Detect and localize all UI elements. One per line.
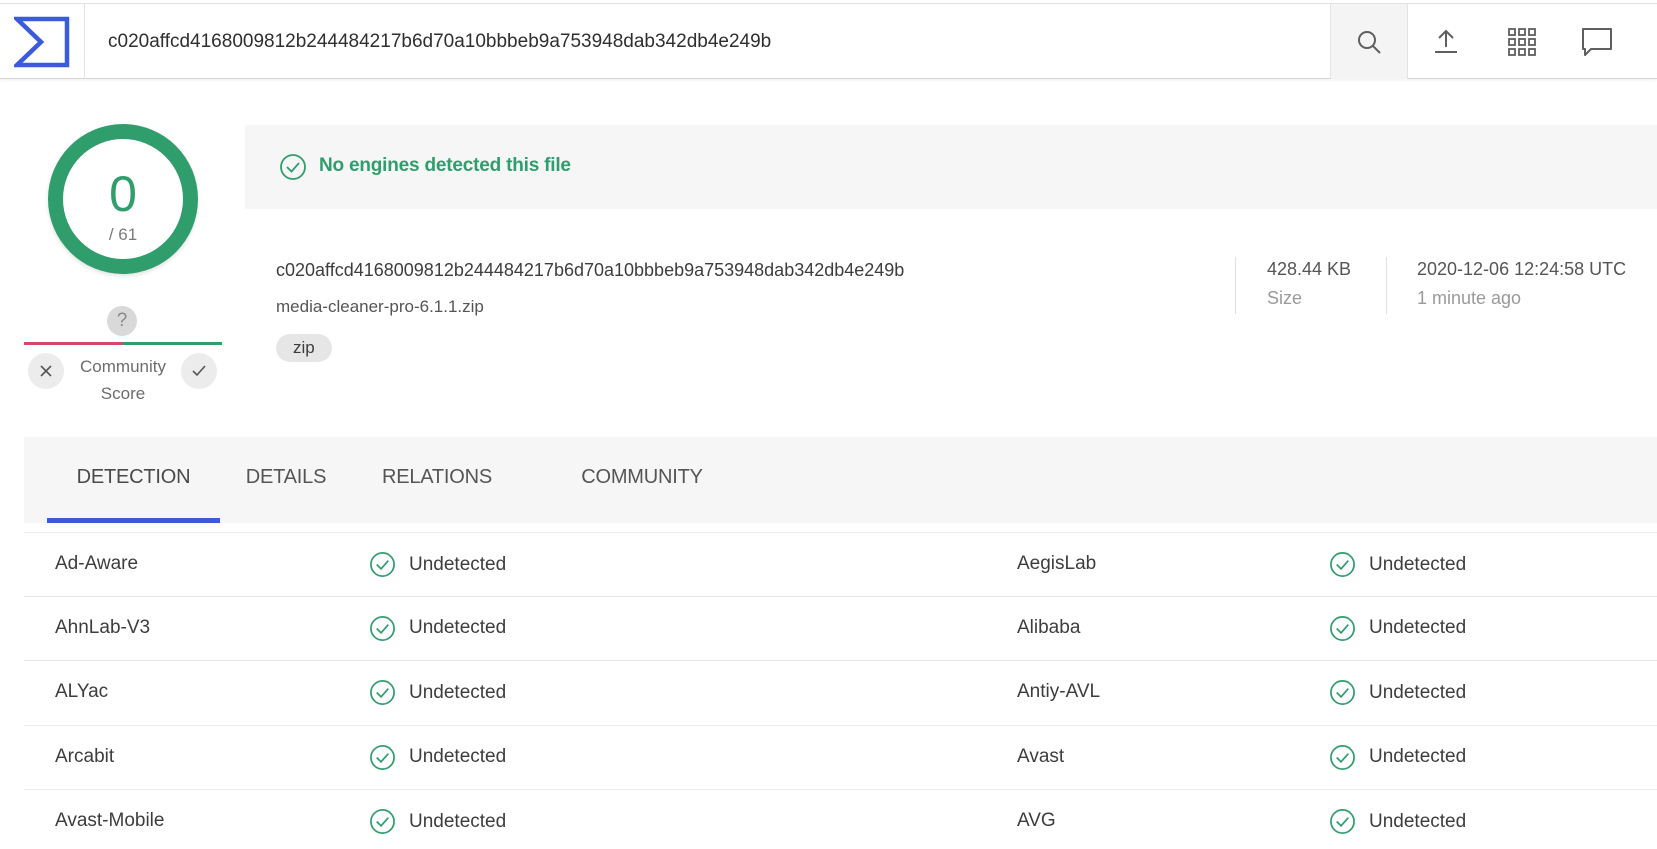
result-label: Undetected xyxy=(1369,746,1467,767)
community-score-label: Community Score xyxy=(80,357,166,403)
engine-name: Antiy-AVL xyxy=(1017,681,1101,702)
result-label: Undetected xyxy=(409,617,507,638)
community-score-bar-harmless xyxy=(123,342,222,345)
check-icon xyxy=(192,365,206,377)
result-label: Undetected xyxy=(1369,681,1467,703)
search-button[interactable] xyxy=(1330,4,1408,79)
close-icon xyxy=(40,365,52,377)
engine-result: Undetected xyxy=(1329,551,1466,578)
check-circle-icon xyxy=(1330,615,1355,641)
detected-count: 0 xyxy=(109,166,137,222)
engine-name: ALYac xyxy=(55,681,109,702)
detection-banner: No engines detected this file xyxy=(245,125,1657,209)
check-circle-icon xyxy=(370,552,395,577)
file-hash: c020affcd4168009812b244484217b6d70a10bbb… xyxy=(276,260,905,280)
vote-malicious-button[interactable] xyxy=(28,353,64,389)
result-label: Undetected xyxy=(409,681,507,703)
tab-community[interactable]: COMMUNITY xyxy=(567,437,717,523)
total-engines: / 61 xyxy=(108,225,138,244)
community-score-bar-malicious xyxy=(24,342,123,345)
check-circle-icon xyxy=(1330,552,1355,577)
check-circle-icon xyxy=(370,680,395,705)
check-circle-icon xyxy=(1330,680,1355,705)
logo-icon xyxy=(14,16,70,67)
search-input[interactable] xyxy=(86,4,1330,79)
report-tabs: DETECTION DETAILS RELATIONS COMMUNITY xyxy=(24,437,1657,523)
meta-divider xyxy=(1386,257,1387,314)
upload-icon xyxy=(1435,29,1457,53)
engine-result: Undetected xyxy=(369,615,506,642)
meta-divider xyxy=(1235,257,1236,314)
detection-table: Ad-Aware Undetected AegisLab Undetected … xyxy=(24,532,1657,849)
result-label: Undetected xyxy=(1369,553,1467,575)
file-type-tag[interactable]: zip xyxy=(276,334,332,362)
upload-button[interactable] xyxy=(1408,4,1484,79)
engine-name: Arcabit xyxy=(55,745,115,767)
result-label: Undetected xyxy=(1369,617,1467,638)
table-row: Avast-Mobile Undetected AVG Undetected xyxy=(24,790,1657,849)
file-size: 428.44 KB xyxy=(1267,259,1352,279)
engine-result: Undetected xyxy=(369,744,506,771)
tab-relations[interactable]: RELATIONS xyxy=(370,437,504,523)
engine-name: AhnLab-V3 xyxy=(55,616,151,638)
file-size-label: Size xyxy=(1267,288,1303,308)
chat-icon xyxy=(1582,27,1612,56)
engine-name: Ad-Aware xyxy=(55,553,139,574)
vote-harmless-button[interactable] xyxy=(181,353,217,389)
check-circle-icon xyxy=(370,809,395,834)
search-icon xyxy=(1358,30,1381,54)
check-circle-icon xyxy=(370,615,395,641)
banner-message: No engines detected this file xyxy=(319,155,571,176)
result-label: Undetected xyxy=(409,810,507,832)
analysis-relative-time: 1 minute ago xyxy=(1417,288,1522,308)
engine-result: Undetected xyxy=(1329,679,1466,706)
table-row: AhnLab-V3 Undetected Alibaba Undetected xyxy=(24,597,1657,661)
file-name: media-cleaner-pro-6.1.1.zip xyxy=(276,297,484,316)
engine-name: AegisLab xyxy=(1017,553,1097,574)
engine-result: Undetected xyxy=(1329,615,1466,642)
chat-button[interactable] xyxy=(1559,4,1635,79)
analysis-date: 2020-12-06 12:24:58 UTC xyxy=(1417,259,1627,279)
table-row: Ad-Aware Undetected AegisLab Undetected xyxy=(24,532,1657,597)
check-circle-icon xyxy=(280,154,306,180)
community-score-indicator: ? xyxy=(107,306,137,336)
engine-name: Avast-Mobile xyxy=(55,810,165,831)
result-label: Undetected xyxy=(409,553,507,575)
gauge-center: 0 / 61 xyxy=(63,139,183,259)
table-row: ALYac Undetected Antiy-AVL Undetected xyxy=(24,661,1657,726)
active-tab-indicator xyxy=(47,518,220,523)
result-label: Undetected xyxy=(1369,810,1467,832)
check-circle-icon xyxy=(370,744,395,770)
engine-result: Undetected xyxy=(369,808,506,835)
top-bar xyxy=(0,3,1657,79)
engine-name: Avast xyxy=(1017,745,1065,767)
tab-detection[interactable]: DETECTION xyxy=(47,437,220,523)
tab-details[interactable]: DETAILS xyxy=(230,437,342,523)
virustotal-logo[interactable] xyxy=(0,4,85,79)
engine-result: Undetected xyxy=(1329,808,1466,835)
engine-result: Undetected xyxy=(1329,744,1466,771)
table-row: Arcabit Undetected Avast Undetected xyxy=(24,726,1657,790)
engine-name: AVG xyxy=(1017,810,1056,831)
check-circle-icon xyxy=(1330,744,1355,770)
detection-score-gauge: 0 / 61 xyxy=(48,124,198,274)
engine-name: Alibaba xyxy=(1017,616,1081,638)
engine-result: Undetected xyxy=(369,679,506,706)
result-label: Undetected xyxy=(409,746,507,767)
engine-result: Undetected xyxy=(369,551,506,578)
apps-button[interactable] xyxy=(1484,4,1560,79)
apps-grid-icon xyxy=(1508,27,1536,56)
check-circle-icon xyxy=(1330,809,1355,834)
